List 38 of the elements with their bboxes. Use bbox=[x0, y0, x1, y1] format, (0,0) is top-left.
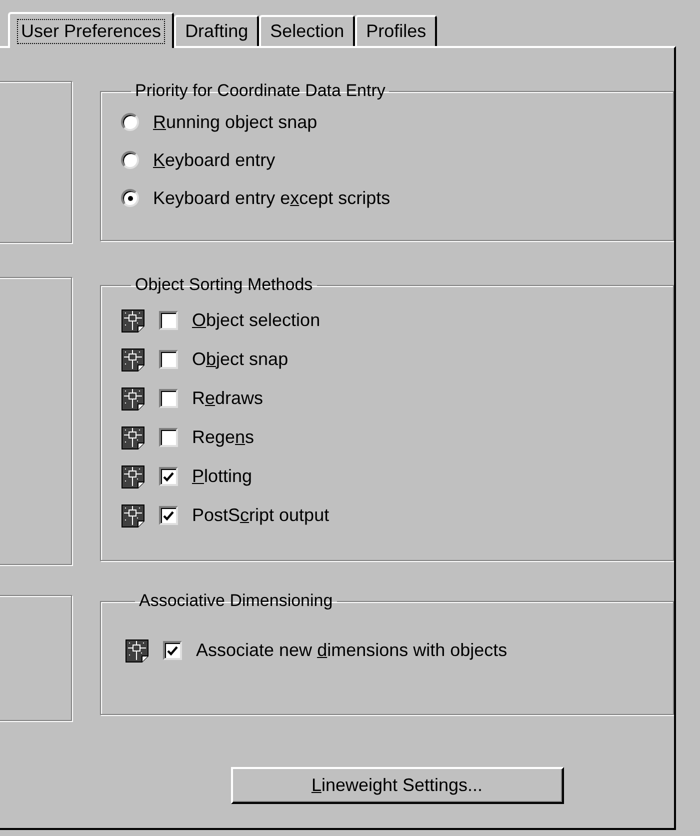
radio-label[interactable]: Running object snap bbox=[153, 112, 318, 132]
checkbox-label[interactable]: Redraws bbox=[192, 388, 264, 409]
group-title: Associative Dimensioning bbox=[138, 591, 334, 611]
sort-order-icon bbox=[125, 638, 149, 662]
radio-button[interactable] bbox=[121, 189, 139, 207]
tab[interactable]: Profiles bbox=[355, 15, 438, 46]
radio-button[interactable] bbox=[121, 113, 139, 131]
sort-order-icon bbox=[121, 504, 145, 528]
checkbox[interactable] bbox=[159, 428, 178, 447]
checkbox-label[interactable]: Object snap bbox=[192, 349, 288, 370]
check-mark-icon bbox=[163, 472, 174, 482]
tab[interactable]: Drafting bbox=[174, 15, 260, 46]
tab[interactable]: Selection bbox=[259, 15, 356, 46]
checkbox[interactable] bbox=[163, 641, 182, 660]
sort-order-icon bbox=[121, 464, 145, 488]
checkbox[interactable] bbox=[159, 311, 178, 330]
sort-order-icon bbox=[121, 308, 145, 332]
sort-order-icon bbox=[121, 348, 145, 372]
checkbox-label[interactable]: Plotting bbox=[192, 466, 252, 487]
check-mark-icon bbox=[163, 510, 174, 520]
radio-label[interactable]: Keyboard entry bbox=[153, 150, 276, 170]
checkbox[interactable] bbox=[159, 350, 178, 369]
checkbox-label[interactable]: Object selection bbox=[192, 310, 320, 331]
sort-order-icon bbox=[121, 386, 145, 410]
checkbox[interactable] bbox=[159, 467, 178, 486]
checkbox[interactable] bbox=[159, 506, 178, 525]
sort-order-icon bbox=[121, 426, 145, 450]
checkbox-label[interactable]: Regens bbox=[192, 427, 254, 448]
group-title: Object Sorting Methods bbox=[134, 275, 314, 295]
group-title: Priority for Coordinate Data Entry bbox=[134, 81, 386, 101]
checkbox-label[interactable]: Associate new dimensions with objects bbox=[196, 640, 508, 661]
checkbox[interactable] bbox=[159, 389, 178, 408]
checkbox-label[interactable]: PostScript output bbox=[192, 505, 330, 526]
radio-button[interactable] bbox=[121, 151, 139, 169]
lineweight-settings-button[interactable]: Lineweight Settings... bbox=[230, 767, 564, 804]
check-mark-icon bbox=[167, 646, 178, 656]
radio-label[interactable]: Keyboard entry except scripts bbox=[153, 188, 390, 208]
tab[interactable]: User Preferences bbox=[8, 12, 174, 48]
